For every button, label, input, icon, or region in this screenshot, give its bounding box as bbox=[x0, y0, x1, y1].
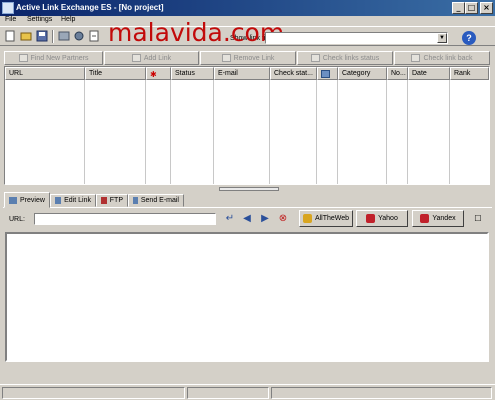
check-links-status-button[interactable]: Check links status bbox=[297, 51, 393, 65]
watermark-logo: malavida.com bbox=[108, 18, 285, 47]
email-icon bbox=[133, 197, 138, 204]
options-icon[interactable]: ☐ bbox=[472, 213, 484, 225]
column-header-email[interactable]: E-mail bbox=[214, 67, 270, 80]
column-divider bbox=[84, 80, 85, 184]
alltheweb-icon bbox=[302, 214, 312, 223]
window-title: Active Link Exchange ES - [No project] bbox=[16, 3, 164, 12]
import-icon[interactable] bbox=[58, 30, 70, 42]
yahoo-label: Yahoo bbox=[378, 215, 398, 222]
alltheweb-label: AllTheWeb bbox=[314, 215, 350, 222]
column-header-url[interactable]: URL bbox=[5, 67, 85, 80]
edit-link-icon bbox=[55, 197, 62, 204]
ftp-icon bbox=[101, 197, 107, 204]
menu-help[interactable]: Help bbox=[61, 16, 75, 23]
open-project-icon[interactable] bbox=[20, 30, 32, 42]
pin-icon: ✱ bbox=[150, 70, 157, 79]
url-input[interactable] bbox=[34, 213, 216, 225]
close-button[interactable]: × bbox=[480, 2, 493, 14]
enter-icon[interactable]: ↵ bbox=[224, 213, 236, 225]
column-divider bbox=[386, 80, 387, 184]
column-header-check-status[interactable]: Check stat... bbox=[270, 67, 317, 80]
save-project-icon[interactable] bbox=[36, 30, 48, 42]
column-divider bbox=[407, 80, 408, 184]
remove-link-button[interactable]: Remove Link bbox=[200, 51, 296, 65]
tab-ftp-label: FTP bbox=[109, 197, 123, 204]
toolbar-separator bbox=[52, 30, 54, 43]
web-preview-pane[interactable] bbox=[5, 232, 489, 362]
find-new-partners-label: Find New Partners bbox=[30, 54, 89, 62]
status-cell bbox=[271, 387, 492, 399]
check-link-back-button[interactable]: Check link back bbox=[394, 51, 490, 65]
tab-send-email-label: Send E-mail bbox=[140, 197, 179, 204]
maximize-button[interactable]: □ bbox=[465, 2, 478, 14]
column-header-no[interactable]: No... bbox=[387, 67, 408, 80]
find-partners-icon bbox=[18, 54, 28, 62]
tab-edit-link-label: Edit Link bbox=[64, 197, 91, 204]
new-project-icon[interactable] bbox=[4, 30, 16, 42]
back-icon[interactable]: ◀ bbox=[241, 213, 253, 225]
check-status-icon bbox=[310, 54, 320, 62]
check-links-status-label: Check links status bbox=[322, 54, 380, 62]
add-link-label: Add Link bbox=[143, 54, 172, 62]
panel-splitter[interactable] bbox=[219, 187, 279, 191]
tab-preview[interactable]: Preview bbox=[4, 192, 50, 208]
column-divider bbox=[145, 80, 146, 184]
title-bar: Active Link Exchange ES - [No project] _… bbox=[0, 0, 495, 16]
network-icon[interactable] bbox=[73, 30, 85, 42]
add-link-button[interactable]: Add Link bbox=[104, 51, 199, 65]
yahoo-button[interactable]: Yahoo bbox=[356, 210, 408, 227]
status-bar bbox=[0, 384, 495, 400]
backlink-icon bbox=[321, 70, 330, 78]
column-divider bbox=[337, 80, 338, 184]
remove-link-icon bbox=[221, 54, 231, 62]
yandex-icon bbox=[420, 214, 430, 223]
tab-ftp[interactable]: FTP bbox=[96, 194, 128, 207]
column-header-rank[interactable]: Rank bbox=[450, 67, 489, 80]
status-cell bbox=[187, 387, 269, 399]
app-icon bbox=[2, 2, 14, 14]
column-header-status[interactable]: Status bbox=[171, 67, 214, 80]
help-button[interactable]: ? bbox=[462, 31, 476, 45]
tab-preview-label: Preview bbox=[20, 196, 45, 204]
yandex-label: Yandex bbox=[432, 215, 456, 222]
preview-icon bbox=[9, 196, 17, 204]
column-divider bbox=[170, 80, 171, 184]
forward-icon[interactable]: ▶ bbox=[259, 213, 271, 225]
column-divider bbox=[449, 80, 450, 184]
alltheweb-button[interactable]: AllTheWeb bbox=[299, 210, 353, 227]
column-header-back-link[interactable] bbox=[317, 67, 338, 80]
check-back-icon bbox=[411, 54, 421, 62]
menu-settings[interactable]: Settings bbox=[27, 16, 52, 23]
tab-send-email[interactable]: Send E-mail bbox=[128, 194, 184, 207]
status-cell bbox=[2, 387, 185, 399]
find-new-partners-button[interactable]: Find New Partners bbox=[4, 51, 103, 65]
stop-icon[interactable]: ⊗ bbox=[277, 213, 289, 225]
yandex-button[interactable]: Yandex bbox=[412, 210, 464, 227]
menu-file[interactable]: File bbox=[5, 16, 16, 23]
url-label: URL: bbox=[9, 216, 25, 223]
remove-link-label: Remove Link bbox=[233, 54, 275, 62]
column-header-category[interactable]: Category bbox=[338, 67, 387, 80]
yahoo-icon bbox=[366, 214, 376, 223]
column-divider bbox=[316, 80, 317, 184]
tab-edit-link[interactable]: Edit Link bbox=[50, 194, 96, 207]
export-icon[interactable] bbox=[88, 30, 100, 42]
add-link-icon bbox=[131, 54, 141, 62]
column-header-pin[interactable]: ✱ bbox=[146, 67, 171, 80]
chevron-down-icon[interactable]: ▼ bbox=[437, 33, 447, 43]
tab-panel-border bbox=[3, 207, 492, 208]
column-header-title[interactable]: Title bbox=[85, 67, 146, 80]
links-table[interactable]: URL Title ✱ Status E-mail Check stat... … bbox=[4, 66, 490, 185]
check-link-back-label: Check link back bbox=[423, 54, 473, 62]
column-divider bbox=[213, 80, 214, 184]
link-filter-select[interactable]: ▼ bbox=[265, 32, 448, 44]
column-header-date[interactable]: Date bbox=[408, 67, 450, 80]
column-divider bbox=[269, 80, 270, 184]
minimize-button[interactable]: _ bbox=[452, 2, 465, 14]
